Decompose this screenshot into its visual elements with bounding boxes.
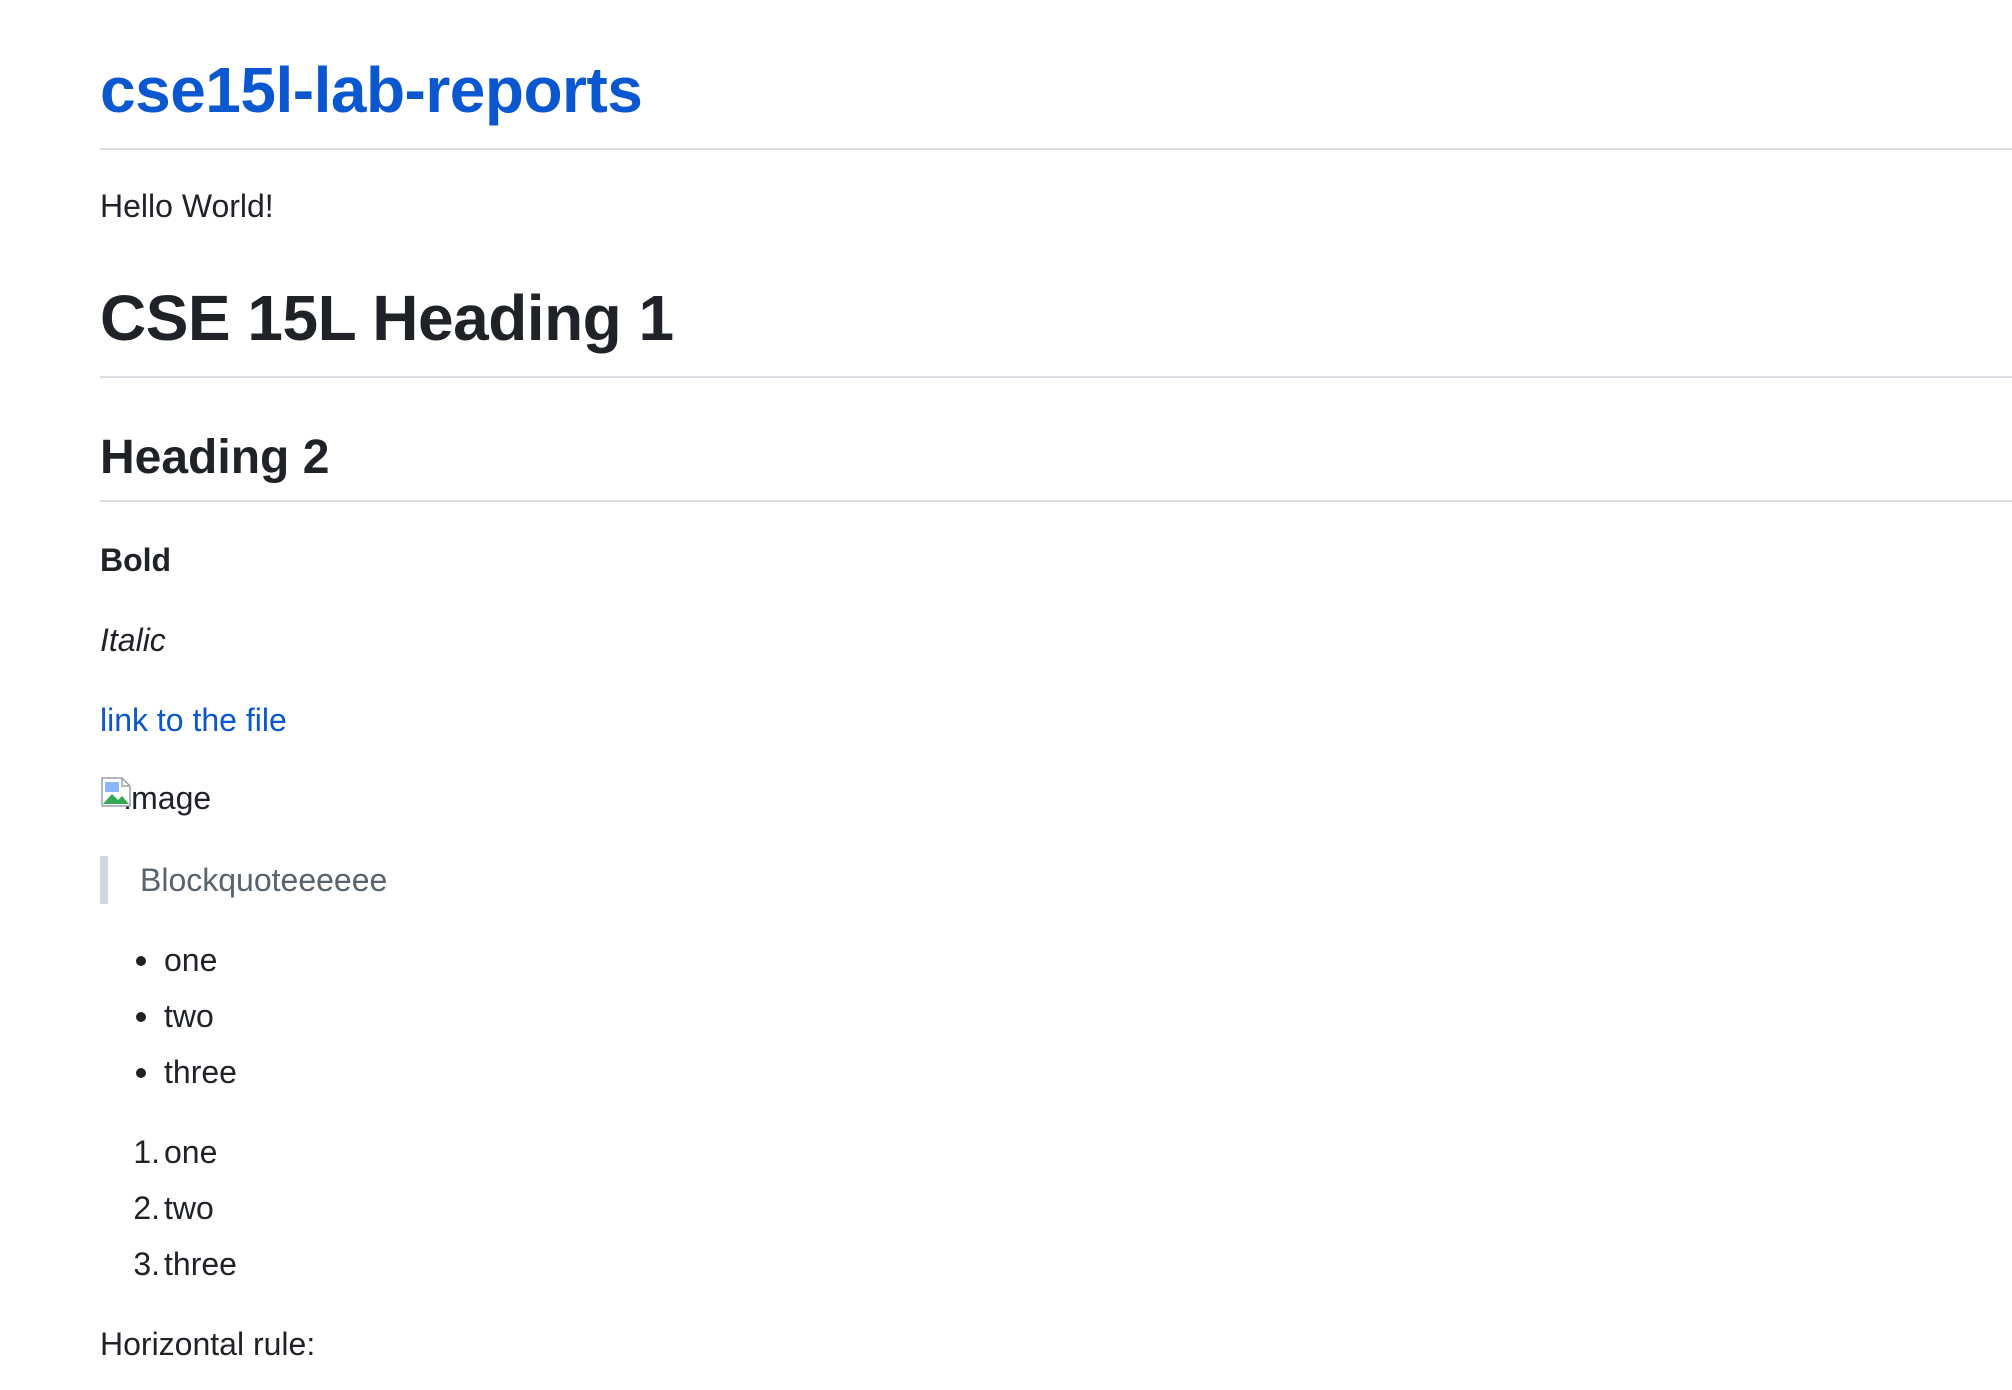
list-item-label: two bbox=[164, 998, 214, 1034]
bold-text: Bold bbox=[100, 542, 172, 578]
list-item-label: one bbox=[164, 1134, 218, 1170]
list-number: 1. bbox=[133, 1134, 160, 1170]
title-divider bbox=[100, 148, 2012, 150]
file-link[interactable]: link to the file bbox=[100, 702, 287, 738]
list-item-label: one bbox=[164, 942, 218, 978]
list-number: 3. bbox=[133, 1246, 160, 1282]
ordered-list: 1. one 2. two 3. three bbox=[100, 1124, 237, 1292]
heading-1-divider bbox=[100, 376, 2012, 378]
list-item: three bbox=[100, 1044, 237, 1100]
image-alt-text: image bbox=[124, 780, 212, 816]
italic-text: Italic bbox=[100, 622, 166, 658]
list-number: 2. bbox=[133, 1190, 160, 1226]
heading-1: CSE 15L Heading 1 bbox=[100, 282, 674, 354]
horizontal-rule-label: Horizontal rule: bbox=[100, 1326, 316, 1362]
blockquote: Blockquoteeeeee bbox=[100, 856, 387, 904]
list-item: 2. two bbox=[100, 1180, 237, 1236]
bullet-icon bbox=[136, 1068, 146, 1078]
file-link-paragraph: link to the file bbox=[100, 700, 287, 740]
list-item-label: three bbox=[164, 1246, 237, 1282]
list-item-label: two bbox=[164, 1190, 214, 1226]
intro-text: Hello World! bbox=[100, 188, 274, 224]
list-item: 1. one bbox=[100, 1124, 237, 1180]
broken-image: image bbox=[100, 776, 211, 820]
unordered-list: one two three bbox=[100, 932, 237, 1100]
list-item: 3. three bbox=[100, 1236, 237, 1292]
heading-2-divider bbox=[100, 500, 2012, 502]
heading-2: Heading 2 bbox=[100, 431, 330, 484]
page: cse15l-lab-reports Hello World! CSE 15L … bbox=[0, 0, 2012, 1390]
broken-image-icon bbox=[100, 776, 132, 808]
list-item: one bbox=[100, 932, 237, 988]
list-item-label: three bbox=[164, 1054, 237, 1090]
list-item: two bbox=[100, 988, 237, 1044]
bullet-icon bbox=[136, 1012, 146, 1022]
bullet-icon bbox=[136, 956, 146, 966]
site-title-link[interactable]: cse15l-lab-reports bbox=[100, 50, 643, 130]
